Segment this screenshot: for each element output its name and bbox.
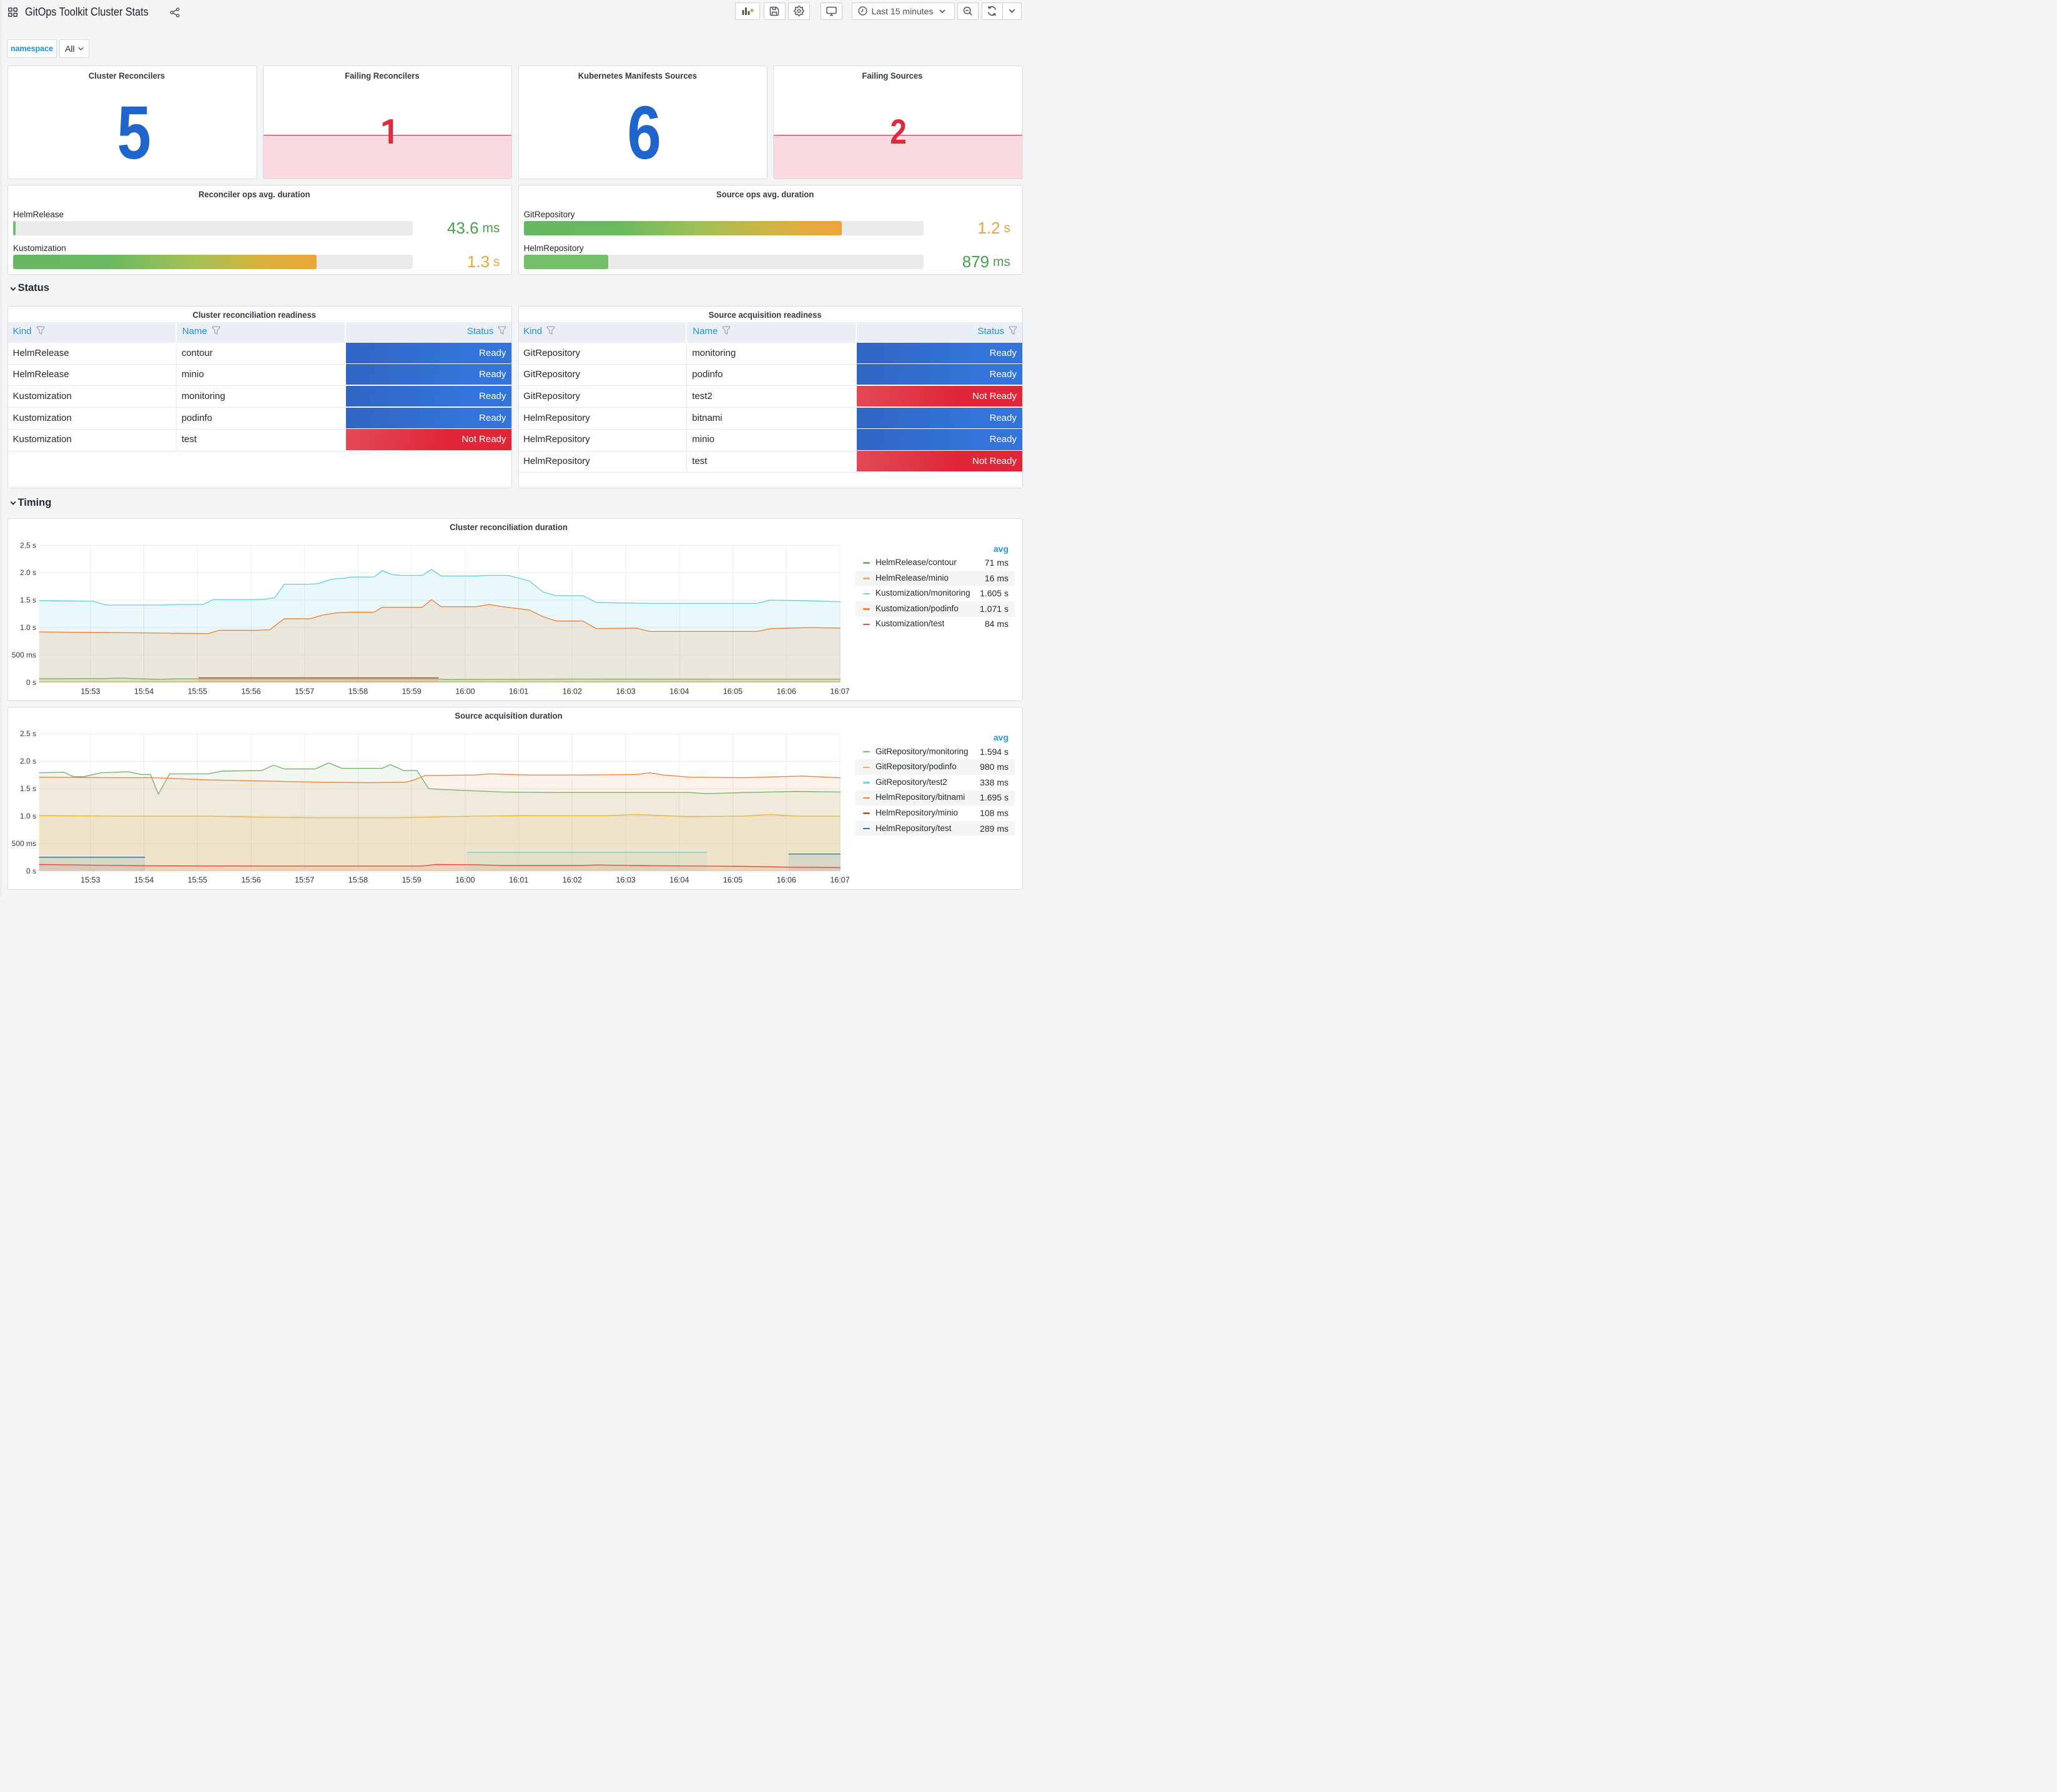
svg-text:2.0 s: 2.0 s — [20, 568, 36, 577]
svg-text:15:53: 15:53 — [81, 876, 100, 885]
svg-text:16:03: 16:03 — [616, 687, 635, 696]
svg-text:15:59: 15:59 — [402, 876, 421, 885]
svg-text:16:06: 16:06 — [777, 876, 796, 885]
svg-text:500 ms: 500 ms — [12, 650, 36, 659]
svg-text:16:01: 16:01 — [509, 876, 528, 885]
svg-text:15:58: 15:58 — [348, 687, 368, 696]
svg-text:16:05: 16:05 — [723, 687, 742, 696]
svg-text:2.0 s: 2.0 s — [20, 757, 36, 766]
svg-text:1.5 s: 1.5 s — [20, 596, 36, 604]
svg-text:16:07: 16:07 — [830, 687, 849, 696]
svg-text:15:57: 15:57 — [295, 876, 314, 885]
svg-text:16:07: 16:07 — [830, 876, 849, 885]
svg-text:16:00: 16:00 — [455, 687, 475, 696]
svg-text:2.5 s: 2.5 s — [20, 541, 36, 549]
svg-text:16:03: 16:03 — [616, 876, 635, 885]
svg-text:16:04: 16:04 — [669, 687, 689, 696]
svg-text:15:58: 15:58 — [348, 876, 368, 885]
svg-text:16:01: 16:01 — [509, 687, 528, 696]
svg-text:16:05: 16:05 — [723, 876, 742, 885]
svg-text:15:56: 15:56 — [241, 876, 260, 885]
svg-text:16:04: 16:04 — [669, 876, 689, 885]
svg-text:15:59: 15:59 — [402, 687, 421, 696]
svg-text:16:06: 16:06 — [777, 687, 796, 696]
svg-text:15:54: 15:54 — [134, 687, 154, 696]
svg-text:15:55: 15:55 — [188, 876, 207, 885]
svg-text:15:57: 15:57 — [295, 687, 314, 696]
svg-text:15:53: 15:53 — [81, 687, 100, 696]
svg-text:0 s: 0 s — [26, 867, 36, 875]
svg-text:15:56: 15:56 — [241, 687, 260, 696]
svg-text:15:54: 15:54 — [134, 876, 154, 885]
svg-text:1.0 s: 1.0 s — [20, 812, 36, 820]
svg-text:2.5 s: 2.5 s — [20, 729, 36, 738]
svg-text:15:55: 15:55 — [188, 687, 207, 696]
svg-text:1.0 s: 1.0 s — [20, 623, 36, 632]
svg-text:16:02: 16:02 — [563, 876, 582, 885]
svg-text:16:02: 16:02 — [563, 687, 582, 696]
svg-text:16:00: 16:00 — [455, 876, 475, 885]
svg-text:500 ms: 500 ms — [12, 839, 36, 848]
svg-text:1.5 s: 1.5 s — [20, 784, 36, 793]
svg-text:0 s: 0 s — [26, 677, 36, 686]
